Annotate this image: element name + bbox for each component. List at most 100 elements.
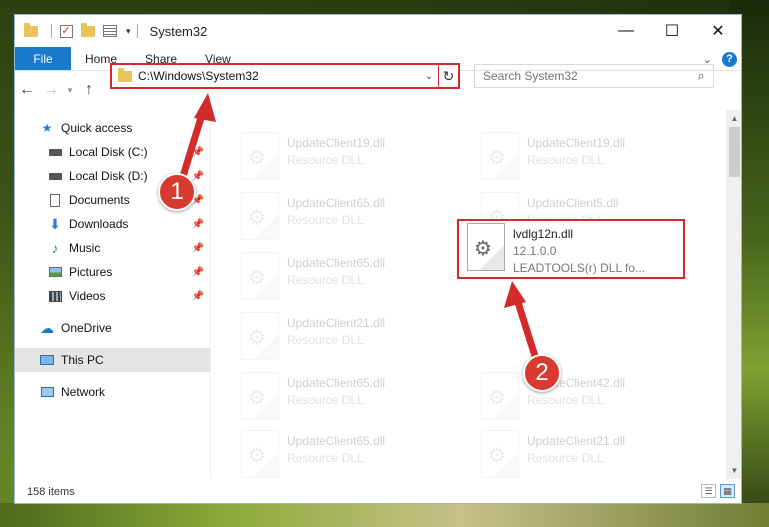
list-item[interactable]: ⚙ UpdateClient42.dll Resource DLL [473,370,703,426]
dll-file-icon: ⚙ [241,132,279,180]
highlighted-file[interactable]: ⚙ lvdlg12n.dll 12.1.0.0 LEADTOOLS(r) DLL… [457,219,685,279]
list-item[interactable]: ⚙ UpdateClient21.dll Resource DLL [233,310,463,366]
sidebar-item-label: Network [61,385,106,399]
music-icon: ♪ [51,240,59,256]
file-list: ⚙ UpdateClient19.dll Resource DLL ⚙ Updat… [211,110,741,479]
star-icon: ★ [41,121,53,135]
sidebar-item-label: Videos [69,289,106,303]
list-item[interactable]: ⚙ UpdateClient65.dll Resource DLL [233,370,463,426]
pictures-icon [47,264,63,280]
dll-file-icon: ⚙ [481,372,519,420]
sidebar-item-label: Local Disk (D:) [69,169,148,183]
explorer-body: ★ Quick access Local Disk (C:) 📌 Local D… [15,110,741,479]
scroll-up-arrow-icon[interactable]: ▲ [726,110,741,127]
recent-locations-chevron-icon[interactable]: ▾ [63,85,77,96]
scroll-down-arrow-icon[interactable]: ▼ [726,462,741,479]
sidebar-item-label: Music [69,241,101,255]
cloud-icon: ☁ [40,319,54,336]
list-item[interactable]: ⚙ UpdateClient19.dll Resource DLL [473,130,703,186]
drive-icon [47,168,63,184]
vertical-scrollbar[interactable]: ▲ ▼ [726,110,741,479]
downloads-icon: ⬇ [49,215,61,232]
dll-file-icon: ⚙ [241,192,279,240]
address-dropdown-icon[interactable]: ⌄ [420,71,438,82]
list-item[interactable]: ⚙ UpdateClient65.dll Resource DLL [233,250,463,306]
pin-icon[interactable]: 📌 [192,219,204,230]
list-item[interactable]: ⚙ UpdateClient19.dll Resource DLL [233,130,463,186]
window-controls: — ☐ ✕ [603,15,741,47]
close-button[interactable]: ✕ [695,15,741,47]
pin-icon[interactable]: 📌 [192,243,204,254]
folder-icon [23,22,39,39]
new-folder-icon[interactable] [80,22,96,39]
dll-file-icon: ⚙ [241,372,279,420]
item-count: 158 items [27,486,75,498]
sidebar-item-label: Pictures [69,265,113,279]
maximize-button[interactable]: ☐ [649,15,695,47]
file-description: LEADTOOLS(r) DLL fo... [513,261,646,275]
documents-icon [47,192,63,208]
drive-icon [47,144,63,160]
file-name: lvdlg12n.dll [513,227,574,241]
list-item[interactable]: ⚙ UpdateClient21.dll Resource DLL [473,428,703,484]
sidebar-item-label: Local Disk (C:) [69,145,148,159]
refresh-icon[interactable]: ↻ [438,65,458,87]
search-input[interactable] [483,69,689,83]
step-badge-2: 2 [523,354,561,392]
list-item[interactable]: ⚙ UpdateClient65.dll Resource DLL [233,190,463,246]
list-item[interactable]: ⚙ UpdateClient65.dll Resource DLL [233,428,463,484]
folder-icon [118,67,132,82]
sidebar-item-this-pc[interactable]: This PC [15,348,210,372]
step-badge-1: 1 [158,173,196,211]
sidebar-item-onedrive[interactable]: ☁ OneDrive [15,316,210,340]
sidebar-item-local-disk-c[interactable]: Local Disk (C:) 📌 [15,140,210,164]
customize-toolbar-icon[interactable] [102,23,118,39]
details-view-icon[interactable]: ☰ [701,484,716,498]
sidebar-item-downloads[interactable]: ⬇ Downloads 📌 [15,212,210,236]
pin-icon[interactable]: 📌 [192,171,204,182]
sidebar-item-label: Quick access [61,121,133,135]
list-item[interactable]: ⚙ lvdlg12n.dll 12.1.0.0 LEADTOOLS(r) DLL… [459,221,689,277]
search-icon[interactable]: ⌕ [689,68,713,84]
forward-arrow-icon[interactable]: → [39,81,63,99]
address-path[interactable]: C:\Windows\System32 [138,69,420,83]
desktop-background-bottom [0,503,769,527]
navigation-pane: ★ Quick access Local Disk (C:) 📌 Local D… [15,110,211,479]
tab-file[interactable]: File [15,47,71,70]
pin-icon[interactable]: 📌 [192,147,204,158]
computer-icon [39,352,55,368]
sidebar-item-label: Documents [69,193,130,207]
sidebar-item-network[interactable]: Network [15,380,210,404]
dll-file-icon: ⚙ [241,312,279,360]
status-bar: 158 items ☰ ▦ [15,479,741,503]
up-arrow-icon[interactable]: ↑ [77,81,101,99]
quick-access-dropdown-icon[interactable]: ▾ [126,26,131,37]
videos-icon [47,288,63,304]
sidebar-item-label: OneDrive [61,321,112,335]
sidebar-item-music[interactable]: ♪ Music 📌 [15,236,210,260]
pin-icon[interactable]: 📌 [192,267,204,278]
dll-file-icon: ⚙ [241,252,279,300]
file-version: 12.1.0.0 [513,244,557,258]
window-title: System32 [149,23,208,39]
sidebar-item-label: This PC [61,353,104,367]
dll-file-icon: ⚙ [241,430,279,478]
scroll-thumb[interactable] [729,127,740,177]
search-box[interactable]: ⌕ [474,64,714,88]
network-icon [39,384,55,400]
back-arrow-icon[interactable]: ← [15,81,39,99]
minimize-button[interactable]: — [603,15,649,47]
sidebar-item-quick-access[interactable]: ★ Quick access [15,116,210,140]
pin-icon[interactable]: 📌 [192,291,204,302]
sidebar-item-label: Downloads [69,217,129,231]
sidebar-item-videos[interactable]: Videos 📌 [15,284,210,308]
tiles-view-icon[interactable]: ▦ [720,484,735,498]
dll-file-icon: ⚙ [467,223,505,271]
address-bar[interactable]: C:\Windows\System32 ⌄ ↻ [110,63,460,89]
title-bar[interactable]: ✓ ▾ System32 — ☐ ✕ [15,15,741,47]
dll-file-icon: ⚙ [481,132,519,180]
help-icon[interactable]: ? [722,51,737,67]
properties-check-icon[interactable]: ✓ [58,23,74,39]
dll-file-icon: ⚙ [481,430,519,478]
sidebar-item-pictures[interactable]: Pictures 📌 [15,260,210,284]
